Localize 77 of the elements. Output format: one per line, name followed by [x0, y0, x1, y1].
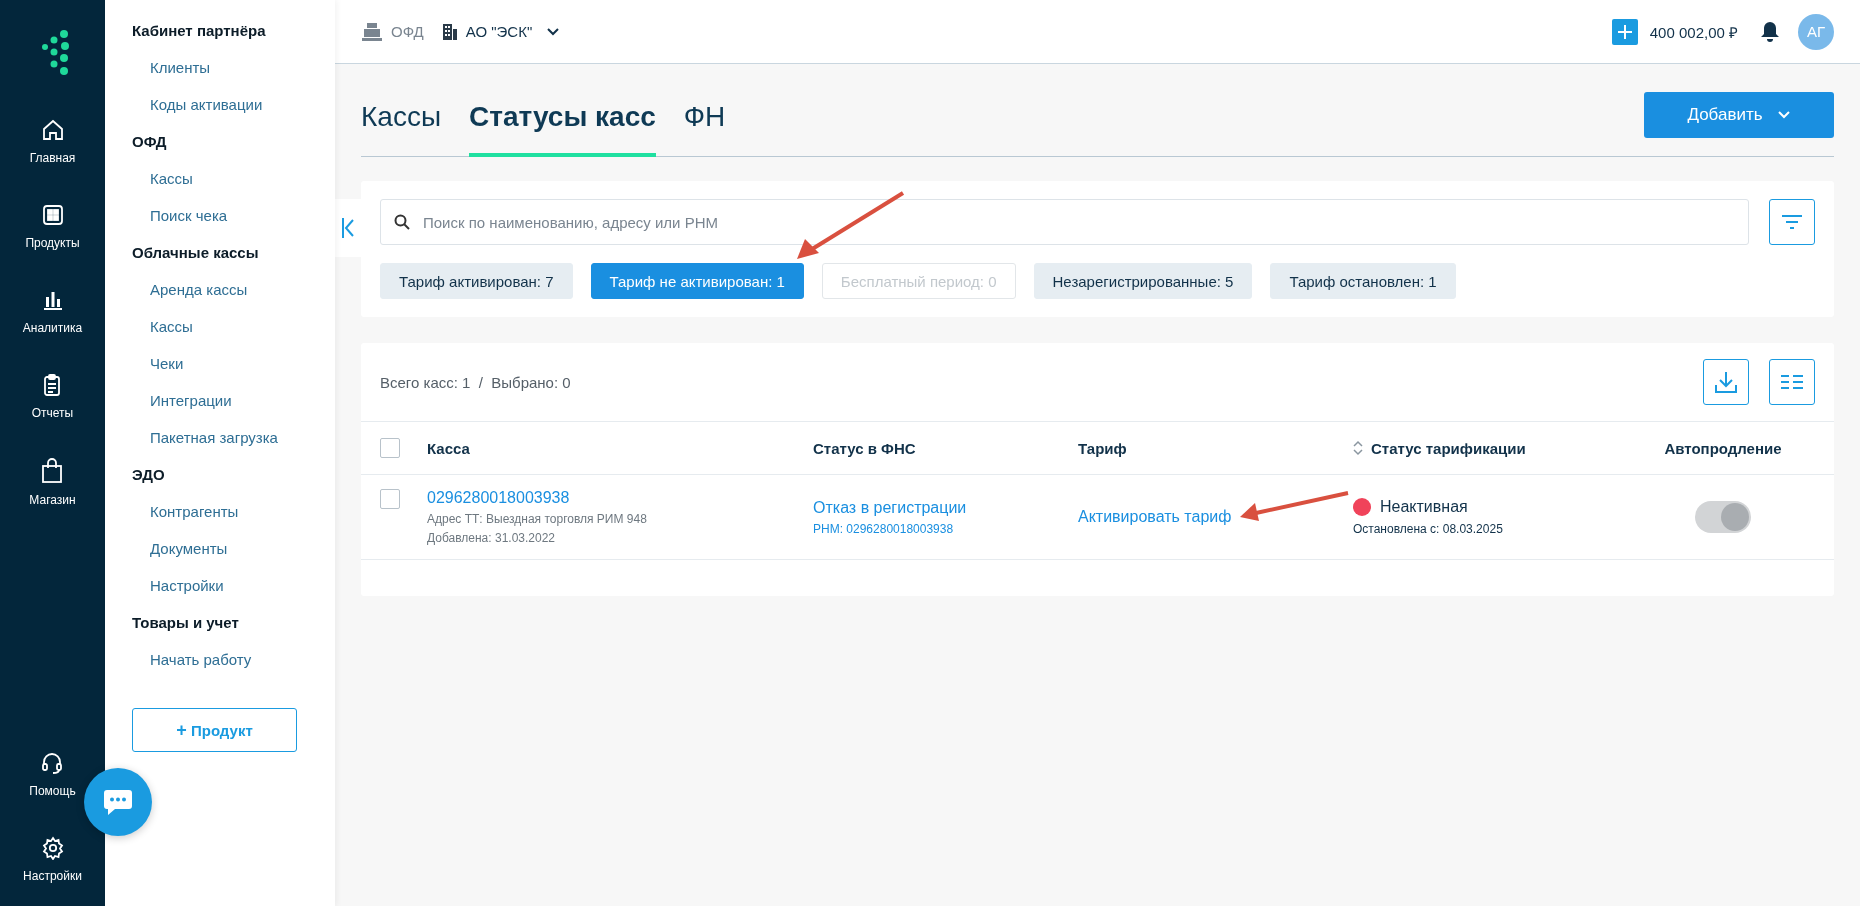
sidebar-item[interactable]: Начать работу	[132, 651, 335, 688]
grid-icon	[40, 203, 65, 227]
sidebar-item[interactable]: Клиенты	[132, 59, 335, 96]
columns-button[interactable]	[1769, 359, 1815, 405]
sidebar-section-title: Товары и учет	[132, 614, 240, 633]
chevron-down-icon	[546, 26, 561, 37]
sidebar-item[interactable]: Пакетная загрузка	[132, 429, 335, 466]
collapse-sidebar-button[interactable]	[334, 199, 361, 257]
select-all-checkbox[interactable]	[380, 438, 400, 458]
nav-rail-item[interactable]: Настройки	[23, 836, 82, 906]
column-header: Статус тарификации	[1371, 439, 1526, 457]
sidebar-item[interactable]: Кассы	[132, 318, 335, 355]
search-field[interactable]: Поиск по наименованию, адресу или РНМ	[380, 199, 1749, 245]
added-date: Добавлена: 31.03.2022	[427, 531, 556, 545]
notifications-icon[interactable]	[1760, 20, 1780, 43]
nav-rail-item[interactable]: Отчеты	[31, 373, 74, 458]
chat-bubble-icon	[103, 788, 133, 816]
add-product-button[interactable]: + Продукт	[132, 708, 297, 752]
shopping-bag-icon	[40, 458, 65, 484]
sidebar-section-title: ЭДО	[132, 466, 166, 485]
add-button[interactable]: Добавить	[1644, 92, 1834, 138]
tab[interactable]: Кассы	[361, 85, 441, 157]
nav-rail-item[interactable]: Магазин	[29, 458, 76, 543]
column-header: Тариф	[1078, 438, 1128, 459]
column-header: Касса	[427, 439, 471, 457]
nav-rail-item[interactable]: Аналитика	[22, 288, 83, 373]
address-text: Адрес ТТ: Выездная торговля РИМ 948	[427, 512, 648, 526]
sidebar-section-title: ОФД	[132, 133, 168, 152]
filter-button[interactable]	[1769, 199, 1815, 245]
list-icon	[1781, 374, 1803, 390]
sidebar-section-title: Кабинет партнёра	[132, 22, 267, 41]
filter-chip[interactable]: Тариф не активирован: 1	[590, 263, 804, 299]
sidebar-item[interactable]: Контрагенты	[132, 503, 335, 540]
sidebar-section-title: Облачные кассы	[132, 244, 260, 263]
chevron-down-icon	[1776, 110, 1791, 120]
sidebar-item[interactable]: Чеки	[132, 355, 335, 392]
download-icon	[1715, 371, 1737, 393]
row-checkbox[interactable]	[380, 489, 400, 509]
rnm-text: РНМ: 0296280018003938	[813, 521, 955, 536]
column-header: Автопродление	[1663, 439, 1783, 457]
sidebar-item[interactable]: Настройки	[132, 577, 335, 614]
sidebar-item[interactable]: Аренда кассы	[132, 281, 335, 318]
sidebar-item[interactable]: Кассы	[132, 170, 335, 207]
download-button[interactable]	[1703, 359, 1749, 405]
sidebar-item[interactable]: Документы	[132, 540, 335, 577]
fns-status-link[interactable]: Отказ в регистрации	[813, 498, 1078, 517]
tab[interactable]: Статусы касс	[469, 85, 656, 157]
collapse-icon	[340, 216, 355, 240]
sidebar-item[interactable]: Поиск чека	[132, 207, 335, 244]
building-icon	[441, 22, 458, 41]
organization-selector[interactable]: АО "ЭСК"	[465, 23, 561, 40]
headset-icon	[40, 751, 65, 775]
filter-chip[interactable]: Тариф активирован: 7	[380, 263, 573, 299]
activate-tariff-link[interactable]: Активировать тариф	[1078, 508, 1232, 526]
nav-rail-item[interactable]: Главная	[29, 118, 76, 203]
home-icon	[40, 118, 65, 142]
nav-rail-item[interactable]: Помощь	[29, 751, 76, 836]
settings-icon	[40, 836, 65, 860]
filter-chip[interactable]: Тариф остановлен: 1	[1270, 263, 1456, 299]
sidebar-item[interactable]: Коды активации	[132, 96, 335, 133]
summary-text: Всего касс: 1 / Выбрано: 0	[380, 373, 571, 391]
sort-icon[interactable]	[1353, 440, 1363, 456]
logo-icon	[41, 30, 72, 76]
stopped-date: Остановлена с: 08.03.2025	[1353, 522, 1503, 536]
balance-amount: 400 002,00 ₽	[1649, 22, 1738, 42]
filter-icon	[1782, 215, 1802, 229]
cash-register-icon	[361, 21, 383, 42]
register-number-link[interactable]: 0296280018003938	[427, 489, 813, 507]
filter-chip[interactable]: Незарегистрированные: 5	[1033, 263, 1253, 299]
sidebar-item[interactable]: Интеграции	[132, 392, 335, 429]
billing-status: Неактивная	[1380, 498, 1468, 516]
tab[interactable]: ФН	[683, 85, 726, 157]
service-label: ОФД	[391, 23, 424, 40]
column-header: Статус в ФНС	[813, 439, 917, 457]
nav-rail-item[interactable]: Продукты	[25, 203, 80, 288]
plus-icon	[1617, 24, 1632, 39]
top-up-button[interactable]	[1611, 18, 1638, 45]
